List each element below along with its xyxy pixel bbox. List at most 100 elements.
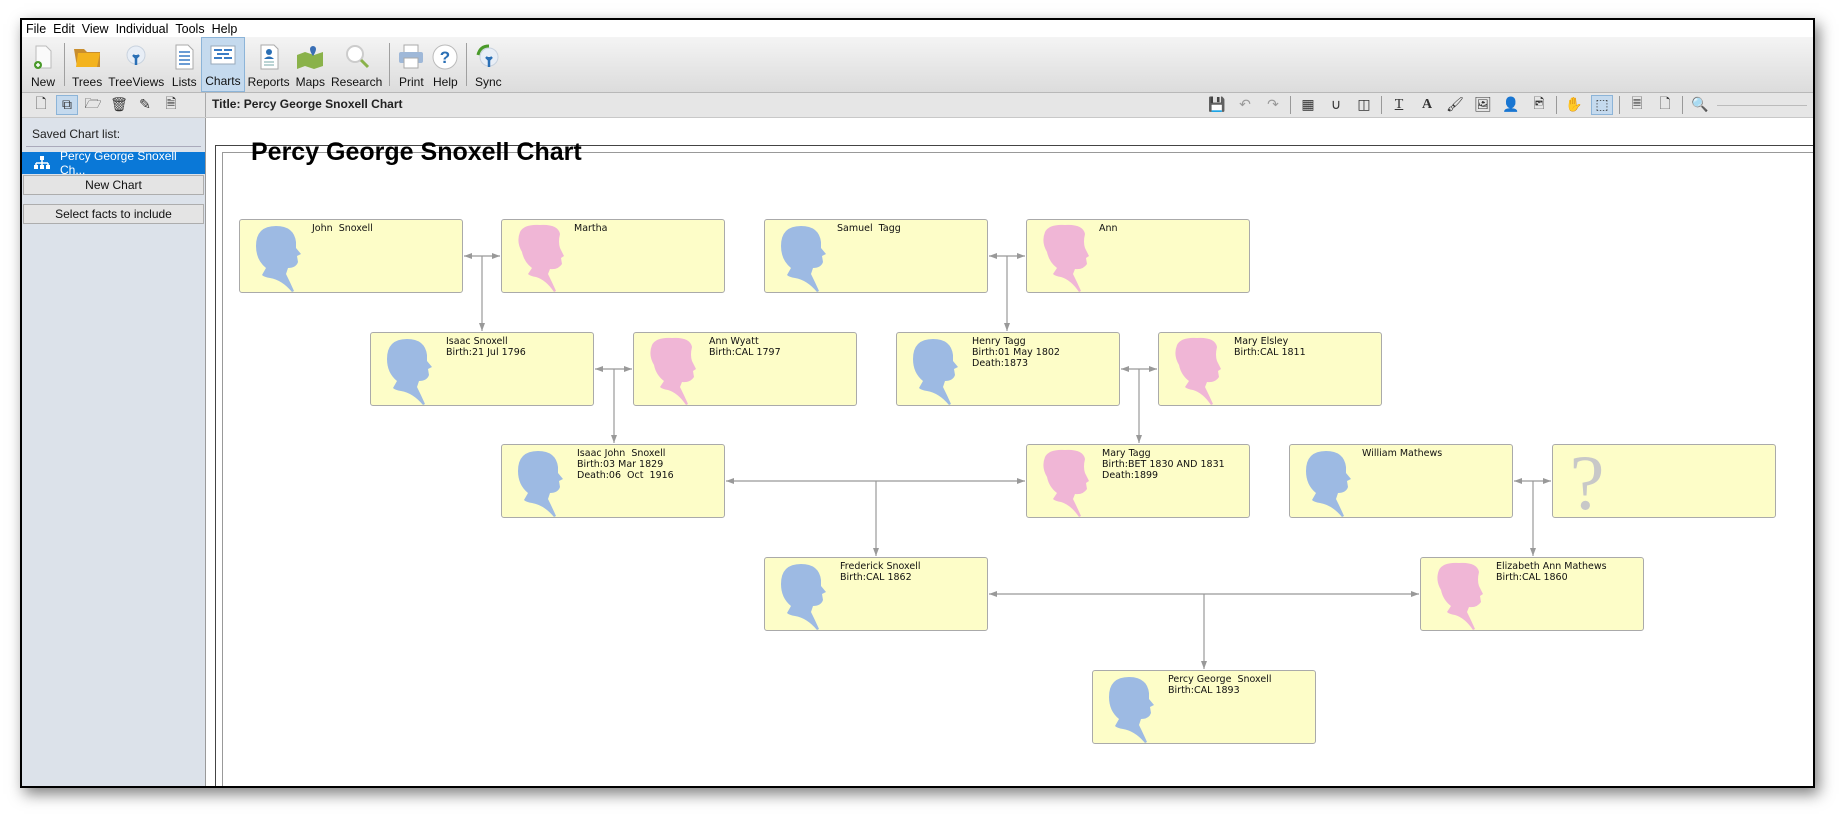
image-icon[interactable]: 🖼 — [1472, 95, 1494, 115]
save-icon[interactable]: 💾 — [1206, 95, 1228, 115]
menu-file[interactable]: File — [26, 22, 46, 36]
reports-button[interactable]: Reports — [245, 37, 293, 92]
select-rectangle-icon[interactable]: ⬚ — [1591, 95, 1613, 115]
charts-button[interactable]: Charts — [201, 37, 245, 92]
menu-edit[interactable]: Edit — [53, 22, 75, 36]
print-button[interactable]: Print — [394, 37, 428, 92]
person-name: Isaac Snoxell — [446, 336, 508, 347]
person-details: Frederick Snoxell Birth:CAL 1862 — [840, 561, 921, 583]
person-box-william[interactable]: William Mathews — [1289, 444, 1513, 518]
hand-pan-icon[interactable]: ✋ — [1563, 95, 1585, 115]
male-silhouette-icon — [1109, 677, 1154, 743]
open-chart-icon[interactable]: 🗁 — [82, 95, 104, 115]
sync-button[interactable]: Sync — [471, 37, 505, 92]
help-icon: ? — [431, 43, 459, 71]
person-fact: Death:1899 — [1102, 470, 1159, 481]
person-name: Martha — [574, 223, 608, 234]
male-silhouette-icon — [518, 451, 563, 517]
help-button[interactable]: ? Help — [428, 37, 462, 92]
female-silhouette-icon — [1043, 449, 1089, 517]
person-box-annwyatt[interactable]: Ann Wyatt Birth:CAL 1797 — [633, 332, 857, 406]
delete-chart-icon[interactable]: 🗑 — [108, 95, 130, 115]
copy-chart-icon[interactable]: ⧉ — [56, 95, 78, 115]
trees-button[interactable]: Trees — [69, 37, 105, 92]
font-icon[interactable]: A — [1416, 95, 1438, 115]
male-silhouette-icon — [781, 564, 826, 630]
new-button[interactable]: New — [26, 37, 60, 92]
undo-icon[interactable]: ↶ — [1234, 95, 1256, 115]
female-silhouette-icon — [518, 224, 564, 292]
research-button[interactable]: Research — [328, 37, 385, 92]
grid-icon[interactable]: ▦ — [1297, 95, 1319, 115]
split-view-icon[interactable]: ◫ — [1353, 95, 1375, 115]
svg-text:?: ? — [440, 48, 450, 67]
treeviews-button[interactable]: TreeViews — [105, 37, 167, 92]
lists-button[interactable]: Lists — [167, 37, 201, 92]
folder-icon — [73, 43, 101, 71]
new-chart-icon[interactable]: 🗋 — [30, 95, 52, 115]
toolbar-separator — [1556, 96, 1557, 114]
person-box-unknown[interactable]: ? — [1552, 444, 1776, 518]
person-fact: Birth:CAL 1797 — [709, 347, 781, 358]
menu-help[interactable]: Help — [212, 22, 238, 36]
chart-canvas[interactable]: Percy George Snoxell Chart John Snoxell M… — [206, 118, 1813, 786]
person-box-martha[interactable]: Martha — [501, 219, 725, 293]
person-box-henry[interactable]: Henry Tagg Birth:01 May 1802 Death:1873 — [896, 332, 1120, 406]
person-box-john[interactable]: John Snoxell — [239, 219, 463, 293]
person-details: John Snoxell — [312, 223, 373, 234]
rename-chart-icon[interactable]: ✎ — [134, 95, 156, 115]
chart-edit-toolbar: 💾 ↶ ↷ ▦ ∪ ◫ T A 🖌 🖼 👤 🖻 ✋ ⬚ 🗏 🗋 🔍 — [1206, 94, 1807, 116]
page-layout-icon[interactable]: 🗏 — [1626, 95, 1648, 115]
person-box-marytagg[interactable]: Mary Tagg Birth:BET 1830 AND 1831 Death:18… — [1026, 444, 1250, 518]
person-name: John Snoxell — [312, 223, 373, 234]
person-fact: Birth:03 Mar 1829 — [577, 459, 664, 470]
person-box-elizabeth[interactable]: Elizabeth Ann Mathews Birth:CAL 1860 — [1420, 557, 1644, 631]
person-box-ann[interactable]: Ann — [1026, 219, 1250, 293]
picture-document-icon[interactable]: 🖻 — [1528, 95, 1550, 115]
person-fact: Birth:CAL 1893 — [1168, 685, 1240, 696]
person-details: Ann Wyatt Birth:CAL 1797 — [709, 336, 781, 358]
person-box-isaacjohn[interactable]: Isaac John Snoxell Birth:03 Mar 1829 Death… — [501, 444, 725, 518]
toolbar-separator — [1682, 96, 1683, 114]
select-facts-button[interactable]: Select facts to include — [23, 204, 204, 224]
saved-chart-item[interactable]: Percy George Snoxell Ch... — [22, 149, 205, 177]
person-box-maryelsley[interactable]: Mary Elsley Birth:CAL 1811 — [1158, 332, 1382, 406]
chart-icon — [209, 42, 237, 70]
person-details: Mary Tagg Birth:BET 1830 AND 1831 Death:18… — [1102, 448, 1225, 481]
menu-view[interactable]: View — [82, 22, 109, 36]
redo-icon[interactable]: ↷ — [1262, 95, 1284, 115]
menu-individual[interactable]: Individual — [116, 22, 169, 36]
page-icon[interactable]: 🗋 — [1654, 95, 1676, 115]
text-icon[interactable]: T — [1388, 95, 1410, 115]
toolbar-separator — [64, 43, 65, 86]
person-fact: Death:06 Oct 1916 — [577, 470, 674, 481]
person-name: Mary Elsley — [1234, 336, 1289, 347]
maps-button[interactable]: Maps — [293, 37, 328, 92]
person-details: Percy George Snoxell Birth:CAL 1893 — [1168, 674, 1272, 696]
person-icon[interactable]: 👤 — [1500, 95, 1522, 115]
brush-icon[interactable]: 🖌 — [1444, 95, 1466, 115]
zoom-slider[interactable] — [1717, 104, 1807, 106]
person-box-samuel[interactable]: Samuel Tagg — [764, 219, 988, 293]
zoom-out-icon[interactable]: 🔍 — [1689, 95, 1711, 115]
new-document-icon — [29, 43, 57, 71]
male-silhouette-icon — [913, 339, 958, 405]
person-box-frederick[interactable]: Frederick Snoxell Birth:CAL 1862 — [764, 557, 988, 631]
spouse-arrow-right — [1543, 478, 1551, 484]
person-box-isaac[interactable]: Isaac Snoxell Birth:21 Jul 1796 — [370, 332, 594, 406]
person-box-percy[interactable]: Percy George Snoxell Birth:CAL 1893 — [1092, 670, 1316, 744]
menu-tools[interactable]: Tools — [175, 22, 204, 36]
sync-icon — [474, 43, 502, 71]
pdf-export-icon[interactable]: 🗎 — [160, 95, 182, 115]
spouse-arrow-left — [989, 591, 997, 597]
person-details: Henry Tagg Birth:01 May 1802 Death:1873 — [972, 336, 1060, 369]
magnet-icon[interactable]: ∪ — [1325, 95, 1347, 115]
saved-chart-item-label: Percy George Snoxell Ch... — [60, 149, 177, 177]
chart-toolbar: 🗋 ⧉ 🗁 🗑 ✎ 🗎 Title: Percy George Snoxell … — [22, 93, 1813, 118]
person-details: Martha — [574, 223, 608, 234]
person-name: Ann — [1099, 223, 1118, 234]
child-arrow — [1201, 661, 1207, 669]
female-silhouette-icon — [1437, 562, 1483, 630]
new-chart-button[interactable]: New Chart — [23, 175, 204, 195]
main-toolbar: New Trees TreeViews Lists Charts Reports… — [22, 37, 1813, 93]
